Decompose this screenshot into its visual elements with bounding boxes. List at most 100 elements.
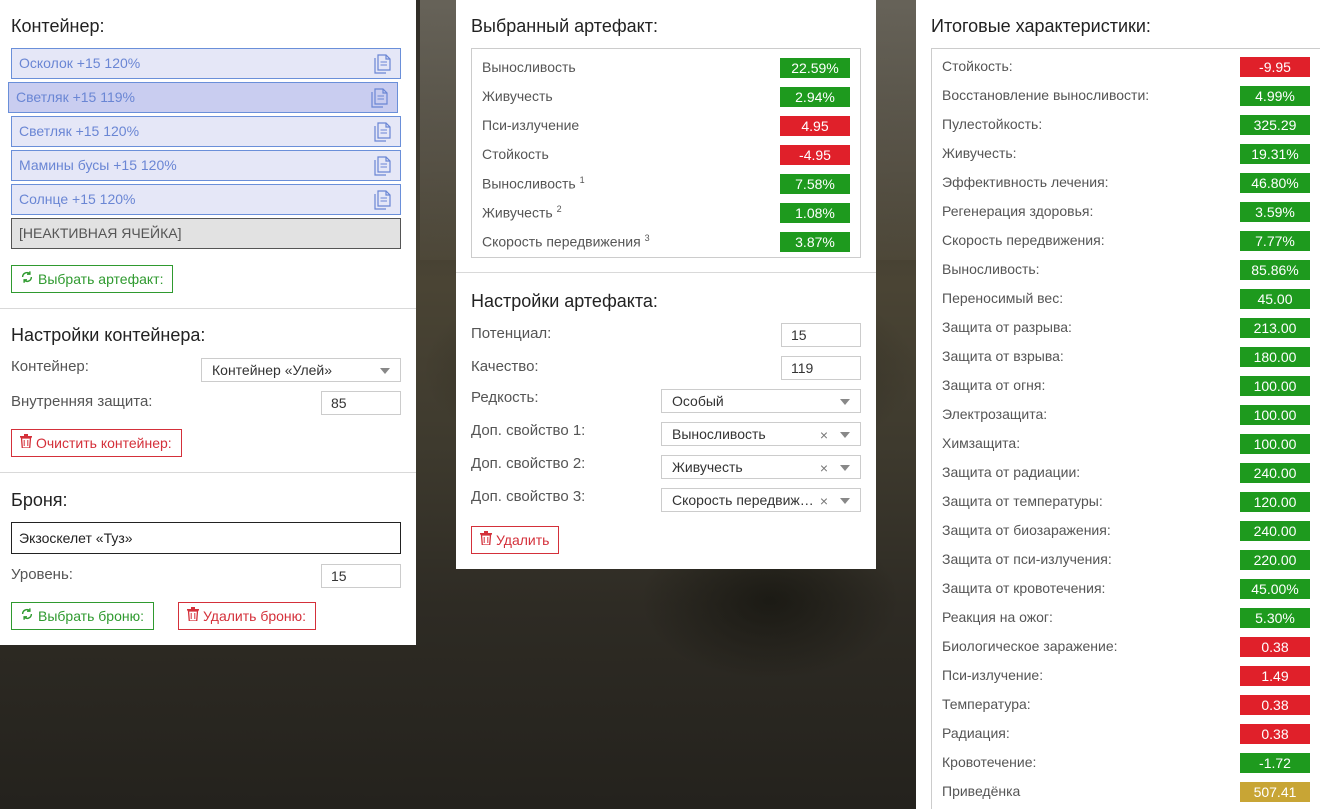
container-select[interactable]: Контейнер «Улей» [201, 358, 401, 382]
final-stats-box: Стойкость: -9.95 Восстановление выносливос… [931, 48, 1320, 809]
stat-name-text: Выносливость [482, 59, 576, 75]
final-stat-name: Стойкость: [942, 58, 1013, 74]
final-stat-row: Защита от кровотечения: 45.00% [942, 579, 1310, 599]
final-stat-name: Скорость передвижения: [942, 232, 1105, 248]
stat-name-text: Живучесть [482, 88, 553, 104]
quality-label: Качество: [471, 358, 539, 375]
copy-icon[interactable] [373, 122, 391, 142]
stat-name: Выносливость [482, 59, 576, 75]
artifact-slot[interactable]: Мамины бусы +15 120% [11, 150, 401, 181]
artifact-slot[interactable]: Осколок +15 120% [11, 48, 401, 79]
stat-value-badge: 22.59% [780, 58, 850, 78]
final-stat-row: Электрозащита: 100.00 [942, 405, 1310, 425]
right-panel: Итоговые характеристики: Стойкость: -9.95… [916, 0, 1320, 809]
final-stat-row: Защита от биозаражения: 240.00 [942, 521, 1310, 541]
copy-icon[interactable] [370, 88, 388, 108]
stat-value-badge: 1.08% [780, 203, 850, 223]
artifact-slot[interactable]: Светляк +15 119% [8, 82, 398, 113]
final-stat-value-badge: 100.00 [1240, 405, 1310, 425]
extra3-select[interactable]: Скорость передвижения × [661, 488, 861, 512]
extra3-select-value: Скорость передвижения [672, 492, 814, 508]
artifact-slot-label: Осколок +15 120% [19, 55, 141, 71]
stat-value-badge: 2.94% [780, 87, 850, 107]
clear-icon[interactable]: × [820, 424, 828, 445]
final-stat-value-badge: 240.00 [1240, 463, 1310, 483]
final-stat-name: Защита от разрыва: [942, 319, 1072, 335]
final-stat-value-badge: 0.38 [1240, 637, 1310, 657]
final-stat-row: Стойкость: -9.95 [942, 57, 1310, 77]
trash-icon [20, 430, 32, 456]
stat-footnote: 2 [556, 204, 562, 214]
copy-icon[interactable] [373, 54, 391, 74]
level-input[interactable]: 15 [321, 564, 401, 588]
inactive-slot: [НЕАКТИВНАЯ ЯЧЕЙКА] [11, 218, 401, 249]
clear-container-button[interactable]: Очистить контейнер: [11, 429, 182, 457]
final-stat-name: Температура: [942, 696, 1031, 712]
artifact-slot[interactable]: Светляк +15 120% [11, 116, 401, 147]
final-stat-row: Приведёнка 507.41 [942, 782, 1310, 802]
final-stat-name: Защита от огня: [942, 377, 1046, 393]
final-stat-row: Защита от радиации: 240.00 [942, 463, 1310, 483]
final-stat-name: Радиация: [942, 725, 1010, 741]
final-stat-row: Выносливость: 85.86% [942, 260, 1310, 280]
stat-value-badge: -4.95 [780, 145, 850, 165]
potential-label: Потенциал: [471, 325, 552, 342]
inner-protection-label: Внутренняя защита: [11, 393, 153, 410]
chevron-down-icon [840, 432, 850, 438]
final-stat-row: Радиация: 0.38 [942, 724, 1310, 744]
final-stat-row: Переносимый вес: 45.00 [942, 289, 1310, 309]
artifact-slot-label: Светляк +15 119% [16, 89, 135, 105]
stat-name: Пси-излучение [482, 117, 579, 133]
final-stat-row: Защита от пси-излучения: 220.00 [942, 550, 1310, 570]
extra1-select-value: Выносливость [672, 426, 766, 442]
stat-value-badge: 4.95 [780, 116, 850, 136]
final-stat-value-badge: 46.80% [1240, 173, 1310, 193]
potential-input[interactable]: 15 [781, 323, 861, 347]
final-stat-name: Защита от температуры: [942, 493, 1103, 509]
copy-icon[interactable] [373, 156, 391, 176]
final-stat-value-badge: 325.29 [1240, 115, 1310, 135]
final-stat-name: Выносливость: [942, 261, 1040, 277]
extra1-select[interactable]: Выносливость × [661, 422, 861, 446]
delete-armor-button[interactable]: Удалить броню: [178, 602, 317, 630]
select-armor-button[interactable]: Выбрать броню: [11, 602, 154, 630]
stat-name: Выносливость 1 [482, 175, 585, 192]
stat-name: Живучесть 2 [482, 204, 562, 221]
stat-row: Скорость передвижения 3 3.87% [482, 232, 850, 252]
final-stat-value-badge: -9.95 [1240, 57, 1310, 77]
stat-name-text: Живучесть [482, 204, 553, 221]
final-stat-row: Защита от разрыва: 213.00 [942, 318, 1310, 338]
final-stat-row: Кровотечение: -1.72 [942, 753, 1310, 773]
final-stat-name: Кровотечение: [942, 754, 1037, 770]
extra2-select[interactable]: Живучесть × [661, 455, 861, 479]
quality-input[interactable]: 119 [781, 356, 861, 380]
final-stat-name: Пси-излучение: [942, 667, 1044, 683]
final-stat-value-badge: 85.86% [1240, 260, 1310, 280]
delete-artifact-button[interactable]: Удалить [471, 526, 560, 554]
stat-row: Живучесть 2.94% [482, 87, 850, 107]
clear-icon[interactable]: × [820, 490, 828, 511]
final-stat-row: Биологическое заражение: 0.38 [942, 637, 1310, 657]
final-stat-value-badge: 5.30% [1240, 608, 1310, 628]
rarity-select[interactable]: Особый [661, 389, 861, 413]
final-stat-name: Защита от радиации: [942, 464, 1081, 480]
chevron-down-icon [840, 465, 850, 471]
select-artifact-button[interactable]: Выбрать артефакт: [11, 265, 174, 293]
final-stat-value-badge: 7.77% [1240, 231, 1310, 251]
copy-icon[interactable] [373, 190, 391, 210]
final-stat-row: Регенерация здоровья: 3.59% [942, 202, 1310, 222]
stat-name: Стойкость [482, 146, 549, 162]
stat-row: Живучесть 2 1.08% [482, 203, 850, 223]
final-stat-name: Защита от взрыва: [942, 348, 1064, 364]
left-panel: Контейнер: Осколок +15 120% Светляк +15 1… [0, 0, 416, 645]
final-stat-name: Эффективность лечения: [942, 174, 1109, 190]
clear-icon[interactable]: × [820, 457, 828, 478]
final-stat-value-badge: 220.00 [1240, 550, 1310, 570]
armor-name-field[interactable]: Экзоскелет «Туз» [11, 522, 401, 554]
final-stat-name: Защита от кровотечения: [942, 580, 1106, 596]
inner-protection-input[interactable]: 85 [321, 391, 401, 415]
final-stat-row: Защита от взрыва: 180.00 [942, 347, 1310, 367]
artifact-slot[interactable]: Солнце +15 120% [11, 184, 401, 215]
final-stat-row: Живучесть: 19.31% [942, 144, 1310, 164]
final-stat-name: Защита от биозаражения: [942, 522, 1111, 538]
